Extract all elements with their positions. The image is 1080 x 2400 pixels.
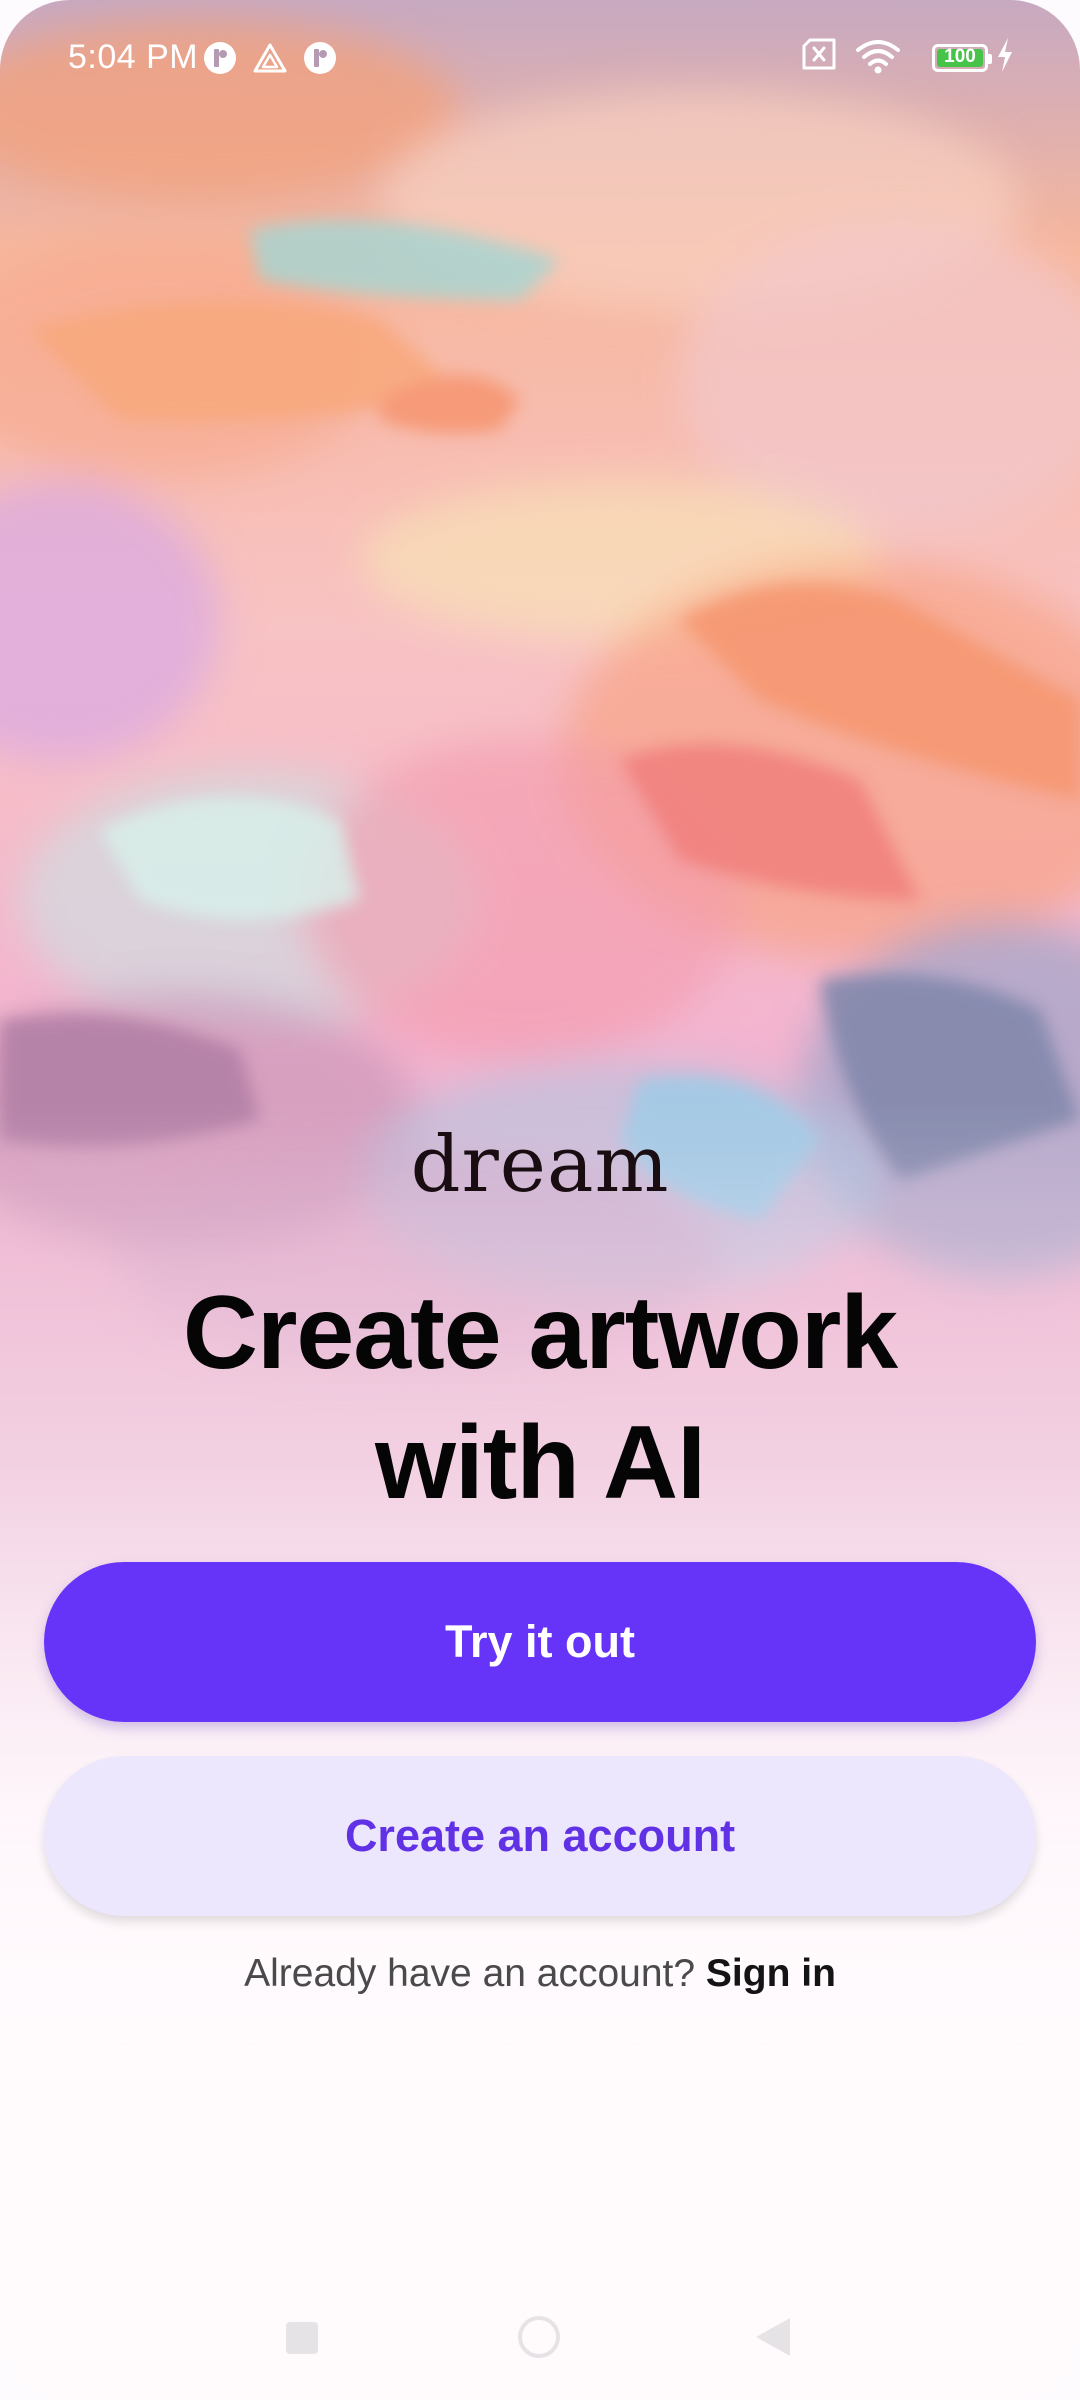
sign-in-link[interactable]: Sign in	[706, 1952, 836, 1995]
battery-level: 100	[944, 46, 976, 67]
home-circle-icon[interactable]	[518, 2316, 560, 2358]
notification-app-icon	[204, 42, 236, 74]
welcome-screen: 5:04 PM 100 dream Create artwork with AI…	[0, 0, 1080, 2400]
back-triangle-icon[interactable]	[756, 2318, 790, 2356]
status-time: 5:04 PM	[68, 38, 199, 76]
hero-line-1: Create artwork	[182, 1275, 898, 1391]
create-account-button[interactable]: Create an account	[44, 1756, 1036, 1916]
signin-prompt-text: Already have an account?	[244, 1952, 706, 1995]
try-it-out-button[interactable]: Try it out	[44, 1562, 1036, 1722]
charging-icon	[998, 38, 1012, 72]
battery-icon: 100	[932, 44, 992, 72]
hero-headline: Create artwork with AI	[60, 1268, 1020, 1528]
status-bar: 5:04 PM 100	[0, 0, 1080, 118]
recents-square-icon[interactable]	[286, 2322, 318, 2354]
hero-line-2: with AI	[375, 1405, 706, 1521]
brand-logo: dream	[410, 1120, 670, 1210]
warning-triangle-icon	[253, 43, 287, 73]
sim-off-icon	[802, 38, 836, 70]
notification-app-icon	[304, 42, 336, 74]
wifi-icon	[856, 40, 900, 74]
signin-prompt: Already have an account? Sign in	[0, 1952, 1080, 1996]
